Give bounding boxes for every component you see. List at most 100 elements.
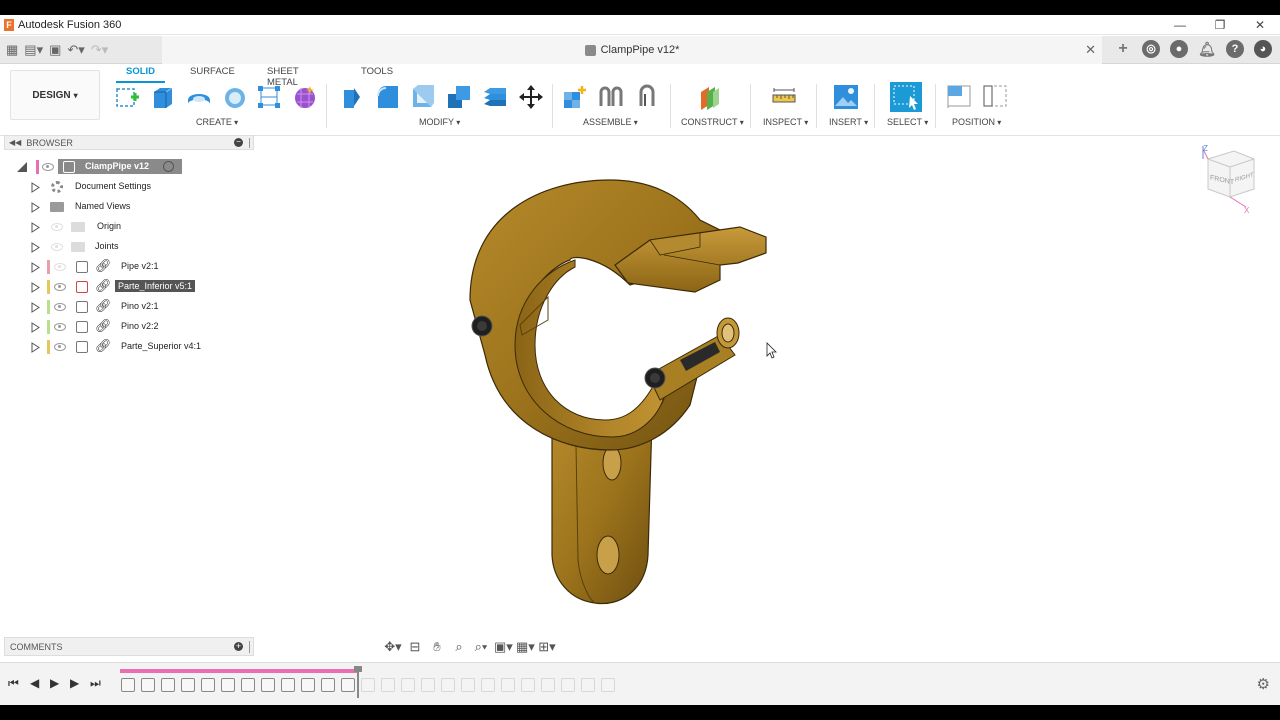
tab-solid[interactable]: SOLID: [115, 66, 166, 83]
tab-surface[interactable]: SURFACE: [190, 66, 235, 77]
timeline-settings-gear-icon[interactable]: ⚙: [1257, 675, 1270, 693]
document-tab[interactable]: ClampPipe v12* ✕: [162, 36, 1102, 64]
timeline-feature-icon[interactable]: [321, 678, 335, 692]
timeline-feature-icon[interactable]: [221, 678, 235, 692]
timeline-feature-icon[interactable]: [561, 678, 575, 692]
timeline-feature-icon[interactable]: [161, 678, 175, 692]
split-body-icon[interactable]: [482, 84, 508, 110]
offset-plane-icon[interactable]: [697, 84, 723, 110]
undo-icon[interactable]: ↶▾: [67, 41, 84, 59]
close-window-button[interactable]: ✕: [1240, 15, 1280, 35]
tab-tools[interactable]: TOOLS: [361, 66, 393, 77]
assemble-menu[interactable]: ASSEMBLE: [583, 117, 638, 127]
hidden-eye-icon[interactable]: [54, 263, 66, 271]
tree-item-parte-inferior[interactable]: 🔗︎ Parte_Inferior v5:1: [0, 278, 260, 296]
select-menu[interactable]: SELECT: [887, 117, 928, 127]
expand-arrow-icon[interactable]: [31, 282, 40, 293]
job-status-icon[interactable]: ●: [1170, 40, 1188, 58]
visibility-eye-icon[interactable]: [42, 163, 54, 171]
panel-grip-handle[interactable]: [249, 641, 251, 653]
look-at-icon[interactable]: ⊟: [406, 639, 424, 655]
orbit-icon[interactable]: ✥▾: [384, 639, 402, 655]
new-component-icon[interactable]: [562, 84, 588, 110]
timeline-feature-icon[interactable]: [141, 678, 155, 692]
timeline-feature-icon[interactable]: [381, 678, 395, 692]
tree-item-named-views[interactable]: Named Views: [0, 198, 260, 216]
measure-icon[interactable]: [771, 84, 797, 110]
timeline-feature-icon[interactable]: [461, 678, 475, 692]
insert-image-icon[interactable]: [833, 84, 859, 110]
tree-root-item[interactable]: ClampPipe v12: [0, 158, 260, 176]
expand-arrow-icon[interactable]: [31, 342, 40, 353]
timeline-feature-icon[interactable]: [521, 678, 535, 692]
visibility-eye-icon[interactable]: [54, 303, 66, 311]
view-cube[interactable]: FRONT RIGHT Z X: [1200, 144, 1260, 215]
capture-position-icon[interactable]: [946, 84, 972, 110]
move-icon[interactable]: [518, 84, 544, 110]
timeline-feature-icon[interactable]: [401, 678, 415, 692]
timeline-feature-icon[interactable]: [441, 678, 455, 692]
app-grid-icon[interactable]: ▦: [6, 41, 18, 59]
step-forward-icon[interactable]: ▶: [70, 676, 79, 690]
timeline-feature-icon[interactable]: [121, 678, 135, 692]
timeline-feature-icon[interactable]: [281, 678, 295, 692]
create-menu[interactable]: CREATE: [196, 117, 238, 127]
step-back-icon[interactable]: ◀: [30, 676, 39, 690]
expand-arrow-icon[interactable]: [31, 262, 40, 273]
combine-icon[interactable]: [446, 84, 472, 110]
sweep-icon[interactable]: [222, 84, 248, 110]
fillet-icon[interactable]: [374, 84, 400, 110]
help-icon[interactable]: ?: [1226, 40, 1244, 58]
fit-icon[interactable]: ⌕▾: [472, 639, 490, 655]
extrude-icon[interactable]: [150, 84, 176, 110]
expand-arrow-icon[interactable]: [31, 182, 40, 193]
loft-icon[interactable]: [256, 84, 282, 110]
revert-position-icon[interactable]: [982, 84, 1008, 110]
save-icon[interactable]: ▣: [49, 41, 61, 59]
add-comment-icon[interactable]: +: [234, 642, 243, 651]
activate-radio-icon[interactable]: [163, 161, 174, 172]
clamp-model[interactable]: [469, 179, 767, 605]
tree-item-joints[interactable]: Joints: [0, 238, 260, 256]
joint-icon[interactable]: [598, 84, 624, 110]
timeline-feature-icon[interactable]: [181, 678, 195, 692]
timeline-feature-icon[interactable]: [421, 678, 435, 692]
tree-item-parte-superior[interactable]: 🔗︎ Parte_Superior v4:1: [0, 338, 260, 356]
create-form-icon[interactable]: [292, 84, 318, 110]
visibility-eye-icon[interactable]: [54, 323, 66, 331]
inspect-menu[interactable]: INSPECT: [763, 117, 808, 127]
timeline-feature-icon[interactable]: [541, 678, 555, 692]
timeline-feature-icon[interactable]: [361, 678, 375, 692]
expand-arrow-icon[interactable]: [31, 222, 40, 233]
timeline-feature-icon[interactable]: [241, 678, 255, 692]
go-to-start-icon[interactable]: ⏮: [8, 676, 19, 691]
revolve-icon[interactable]: [186, 84, 212, 110]
as-built-joint-icon[interactable]: [634, 84, 660, 110]
tree-item-pipe[interactable]: 🔗︎ Pipe v2:1: [0, 258, 260, 276]
select-icon[interactable]: [890, 82, 922, 112]
timeline-feature-icon[interactable]: [261, 678, 275, 692]
insert-menu[interactable]: INSERT: [829, 117, 868, 127]
press-pull-icon[interactable]: [338, 84, 364, 110]
comments-panel-header[interactable]: COMMENTS +: [4, 637, 254, 656]
expand-arrow-icon[interactable]: [31, 302, 40, 313]
play-icon[interactable]: ▶: [50, 676, 59, 690]
notifications-icon[interactable]: 🔔︎: [1198, 40, 1216, 58]
hidden-eye-icon[interactable]: [51, 223, 63, 231]
timeline-feature-icon[interactable]: [481, 678, 495, 692]
extensions-icon[interactable]: ◎: [1142, 40, 1160, 58]
timeline-feature-icon[interactable]: [581, 678, 595, 692]
file-menu-icon[interactable]: ▤▾: [24, 41, 43, 59]
timeline-feature-icon[interactable]: [501, 678, 515, 692]
restore-button[interactable]: ❐: [1200, 15, 1240, 35]
hidden-eye-icon[interactable]: [51, 243, 63, 251]
avatar[interactable]: ◕: [1254, 40, 1272, 58]
tree-item-pino-2[interactable]: 🔗︎ Pino v2:2: [0, 318, 260, 336]
timeline-feature-icon[interactable]: [341, 678, 355, 692]
expand-arrow-icon[interactable]: [31, 202, 40, 213]
display-settings-icon[interactable]: ▣▾: [494, 639, 513, 655]
timeline-marker[interactable]: [354, 666, 362, 698]
expand-arrow-icon[interactable]: [31, 242, 40, 253]
pan-icon[interactable]: ✋︎: [428, 639, 446, 655]
grid-settings-icon[interactable]: ▦▾: [516, 639, 535, 655]
